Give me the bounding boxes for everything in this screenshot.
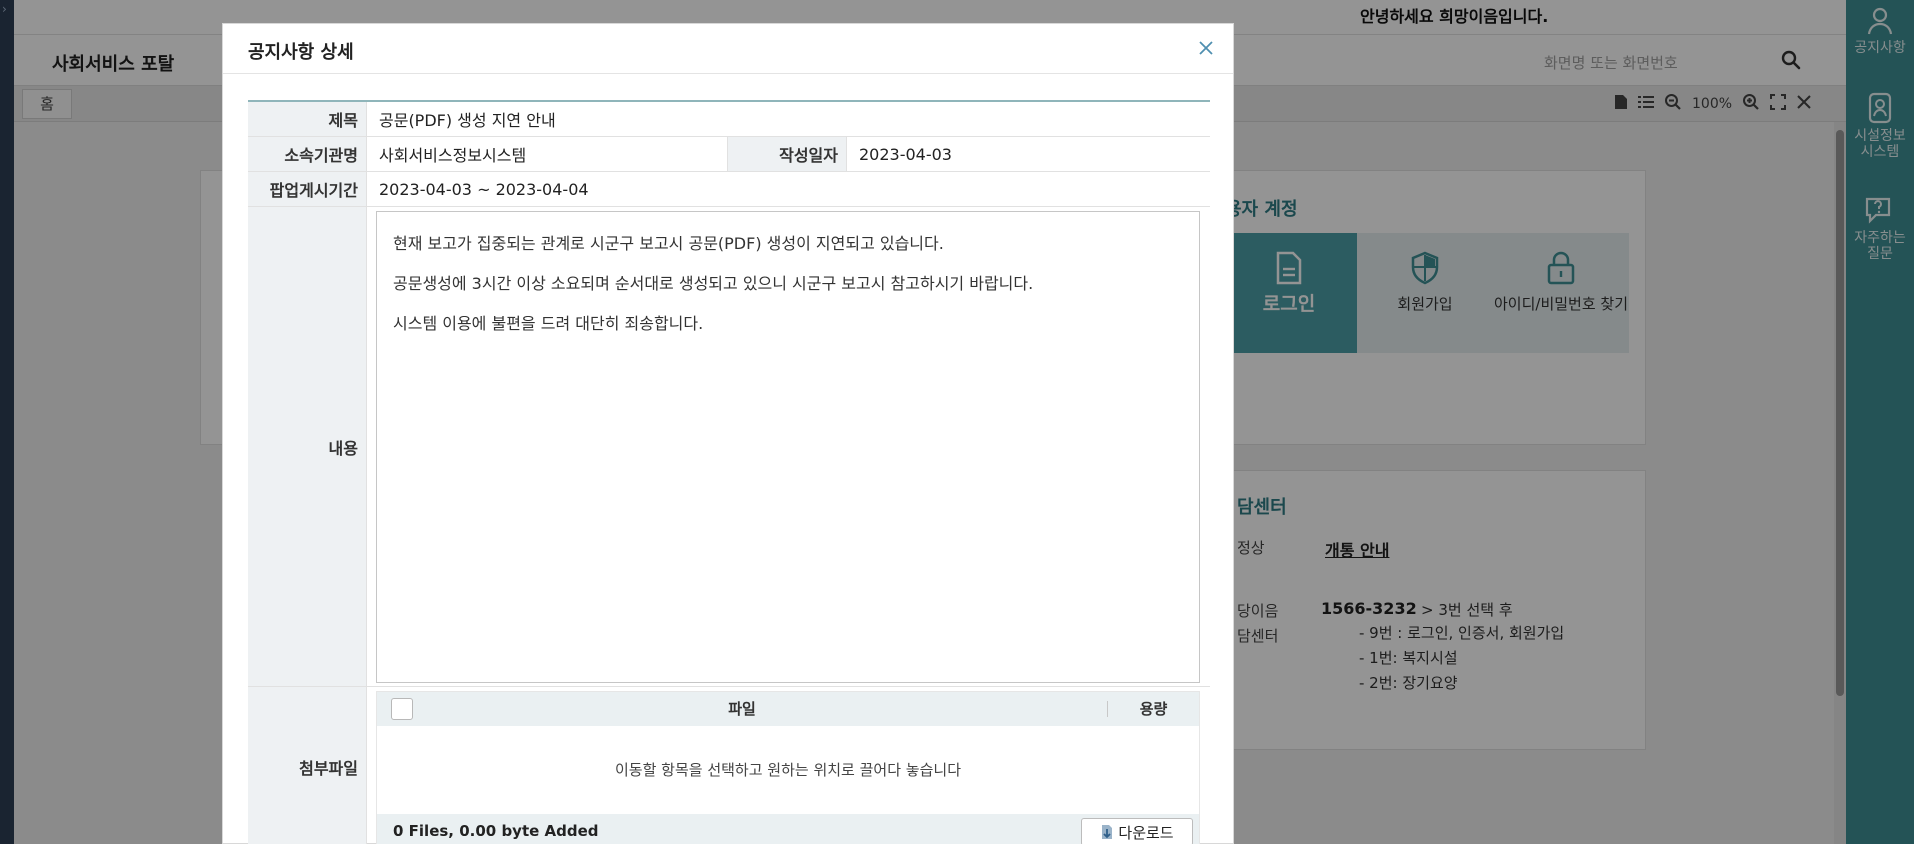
file-count: 0 Files, 0.00 byte Added	[393, 822, 599, 840]
attachment-box: 파일 용량 이동할 항목을 선택하고 원하는 위치로 끌어다 놓습니다 0 Fi…	[376, 691, 1200, 844]
row-title: 제목 공문(PDF) 생성 지연 안내	[248, 102, 1210, 137]
row-popup-period: 팝업게시기간 2023-04-03 ~ 2023-04-04	[248, 172, 1210, 207]
value-popup-period: 2023-04-03 ~ 2023-04-04	[379, 179, 589, 199]
label-popup-period: 팝업게시기간	[248, 172, 367, 206]
label-content: 내용	[248, 207, 367, 686]
row-org: 소속기관명 사회서비스정보시스템 작성일자 2023-04-03	[248, 137, 1210, 172]
row-attachment: 첨부파일 파일 용량 이동할 항목을 선택하고 원하는 위치로 끌어다 놓습니다…	[248, 687, 1210, 844]
download-icon	[1102, 825, 1113, 839]
download-label: 다운로드	[1118, 823, 1174, 842]
column-size: 용량	[1139, 700, 1168, 718]
notice-detail-table: 제목 공문(PDF) 생성 지연 안내 소속기관명 사회서비스정보시스템 작성일…	[248, 100, 1210, 844]
label-title: 제목	[248, 102, 367, 136]
close-icon[interactable]	[1195, 37, 1217, 59]
label-date: 작성일자	[727, 137, 847, 171]
value-date: 2023-04-03	[859, 144, 952, 164]
download-button[interactable]: 다운로드	[1081, 818, 1193, 844]
value-org: 사회서비스정보시스템	[379, 146, 527, 165]
attachment-header: 파일 용량	[377, 692, 1199, 726]
select-all-checkbox[interactable]	[391, 698, 413, 720]
attachment-footer: 0 Files, 0.00 byte Added 다운로드	[377, 814, 1199, 844]
content-body[interactable]: 현재 보고가 집중되는 관계로 시군구 보고시 공문(PDF) 생성이 지연되고…	[376, 211, 1200, 683]
modal-header: 공지사항 상세	[223, 24, 1233, 74]
content-line: 공문생성에 3시간 이상 소요되며 순서대로 생성되고 있으니 시군구 보고시 …	[393, 274, 1034, 293]
notice-detail-modal: 공지사항 상세 제목 공문(PDF) 생성 지연 안내 소속기관명 사회서비스정…	[222, 23, 1234, 844]
label-attachment: 첨부파일	[248, 687, 367, 844]
modal-title: 공지사항 상세	[248, 42, 354, 63]
row-content: 내용 현재 보고가 집중되는 관계로 시군구 보고시 공문(PDF) 생성이 지…	[248, 207, 1210, 687]
label-org: 소속기관명	[248, 137, 367, 171]
column-file: 파일	[728, 700, 756, 718]
content-line: 시스템 이용에 불편을 드려 대단히 죄송합니다.	[393, 314, 704, 333]
value-title: 공문(PDF) 생성 지연 안내	[379, 111, 556, 130]
content-line: 현재 보고가 집중되는 관계로 시군구 보고시 공문(PDF) 생성이 지연되고…	[393, 234, 944, 253]
file-drop-zone[interactable]: 이동할 항목을 선택하고 원하는 위치로 끌어다 놓습니다	[377, 726, 1199, 814]
